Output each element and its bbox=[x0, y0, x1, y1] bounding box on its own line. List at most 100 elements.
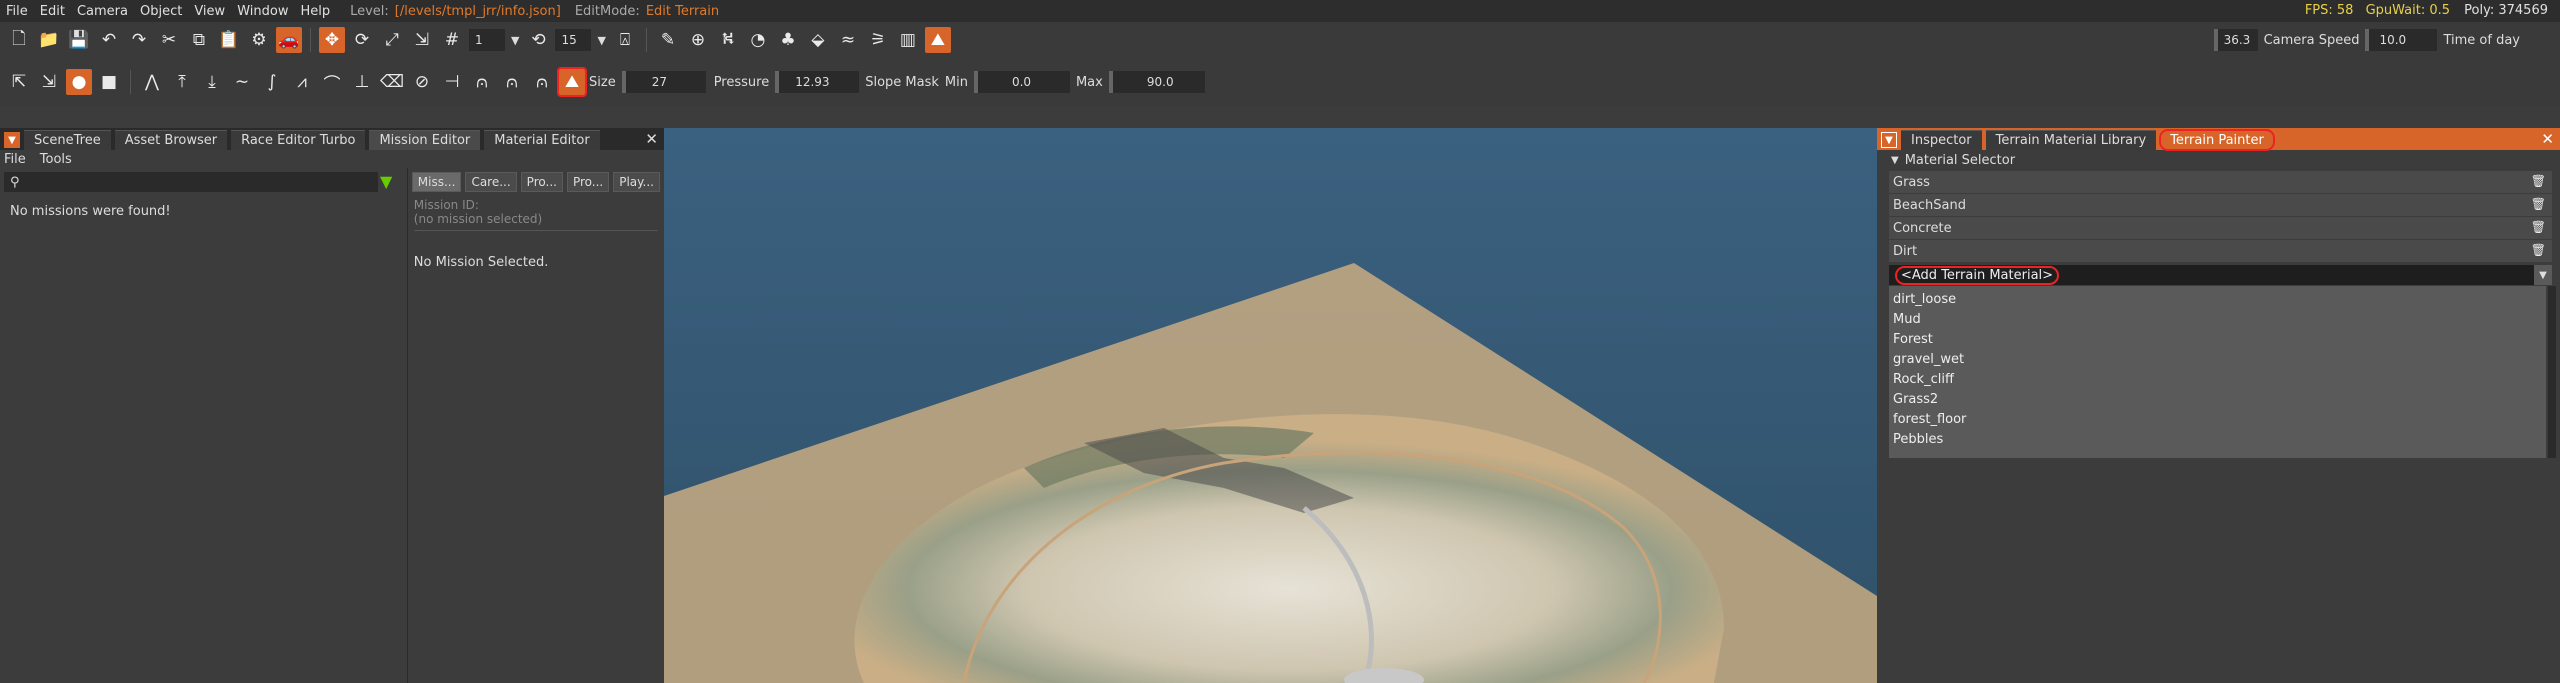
road-architect-icon[interactable]: ⚞ bbox=[865, 27, 891, 53]
raise-terrain-icon[interactable]: ⤒ bbox=[169, 69, 195, 95]
filter-icon[interactable]: ▼ bbox=[380, 172, 392, 191]
open-folder-icon[interactable]: 📁 bbox=[36, 27, 62, 53]
grid-step-input[interactable]: 1 bbox=[469, 29, 505, 51]
rotation-snap-icon[interactable]: ⟲ bbox=[525, 27, 551, 53]
panel-menu-icon[interactable]: ▼ bbox=[4, 132, 20, 148]
search-input[interactable]: ⚲ ▼ bbox=[4, 172, 392, 192]
tab-terrain-material-library[interactable]: Terrain Material Library bbox=[1985, 130, 2157, 150]
subtab-play[interactable]: Play... bbox=[613, 172, 660, 192]
raise-height-icon[interactable]: ⋀ bbox=[139, 69, 165, 95]
tab-terrain-painter[interactable]: Terrain Painter bbox=[2159, 129, 2275, 151]
menu-edit[interactable]: Edit bbox=[34, 4, 71, 19]
slope-max-input[interactable]: 90.0 bbox=[1108, 71, 1205, 93]
set-height-icon[interactable]: ⊥ bbox=[349, 69, 375, 95]
pressure-input[interactable]: 12.93 bbox=[775, 71, 860, 93]
rotate-gizmo-icon[interactable]: ⟳ bbox=[349, 27, 375, 53]
tab-material-editor[interactable]: Material Editor bbox=[484, 130, 600, 150]
subtab-career[interactable]: Care... bbox=[465, 172, 517, 192]
material-selector-header[interactable]: ▼ Material Selector bbox=[1877, 150, 2560, 170]
select-terrain-icon[interactable]: ⇱ bbox=[6, 69, 32, 95]
trash-icon[interactable]: 🗑 bbox=[2531, 174, 2546, 188]
decal-icon[interactable]: ◔ bbox=[745, 27, 771, 53]
new-file-icon[interactable]: 🗋 bbox=[6, 27, 32, 53]
menu-camera[interactable]: Camera bbox=[71, 4, 134, 19]
tab-race-editor[interactable]: Race Editor Turbo bbox=[231, 130, 366, 150]
subtab-mission[interactable]: Miss... bbox=[411, 172, 462, 192]
chevron-down-icon[interactable]: ▼ bbox=[511, 34, 519, 47]
dropdown-option[interactable]: forest_floor bbox=[1893, 409, 2546, 429]
chevron-down-icon[interactable]: ▼ bbox=[597, 34, 605, 47]
close-icon[interactable]: ✕ bbox=[645, 130, 658, 148]
dropdown-option[interactable]: gravel_wet bbox=[1893, 349, 2546, 369]
vehicle-icon[interactable]: 🚗 bbox=[276, 27, 302, 53]
size-input[interactable]: 27 bbox=[621, 71, 706, 93]
terrain-tool-icon[interactable]: ⩀ bbox=[469, 69, 495, 95]
rotation-snap-input[interactable]: 15 bbox=[555, 29, 592, 51]
tab-mission-editor[interactable]: Mission Editor bbox=[369, 130, 481, 150]
paste-icon[interactable]: 📋 bbox=[216, 27, 242, 53]
drop-to-ground-icon[interactable]: ⍓ bbox=[612, 27, 638, 53]
menu-file[interactable]: File bbox=[0, 4, 34, 19]
move-gizmo-icon[interactable]: ✥ bbox=[319, 27, 345, 53]
tab-inspector[interactable]: Inspector bbox=[1901, 130, 1982, 150]
collapse-triangle-icon[interactable]: ▼ bbox=[1891, 155, 1899, 166]
dropdown-option[interactable]: dirt_loose bbox=[1893, 289, 2546, 309]
panel-menu-icon[interactable]: ▼ bbox=[1881, 132, 1897, 148]
mesh-icon[interactable]: ⬙ bbox=[805, 27, 831, 53]
terrain-tool-3-icon[interactable]: ⩀ bbox=[529, 69, 555, 95]
terrain-editor-icon[interactable]: ⛰ bbox=[924, 27, 951, 53]
lane-icon[interactable]: ▥ bbox=[895, 27, 921, 53]
chevron-down-icon[interactable]: ▼ bbox=[2534, 265, 2552, 285]
add-circle-icon[interactable]: ⊕ bbox=[685, 27, 711, 53]
terrain-tool-2-icon[interactable]: ⩀ bbox=[499, 69, 525, 95]
menu-help[interactable]: Help bbox=[294, 4, 336, 19]
paint-material-icon[interactable]: ⛰ bbox=[557, 67, 587, 97]
slope-icon[interactable]: ∫ bbox=[259, 69, 285, 95]
trash-icon[interactable]: 🗑 bbox=[2531, 243, 2546, 257]
dropdown-option[interactable]: Pebbles bbox=[1893, 429, 2546, 449]
menu-view[interactable]: View bbox=[188, 4, 231, 19]
subtab-progress-1[interactable]: Pro... bbox=[520, 172, 563, 192]
tab-scenetree[interactable]: SceneTree bbox=[24, 130, 111, 150]
material-row[interactable]: Concrete 🗑 bbox=[1889, 217, 2552, 239]
menu-window[interactable]: Window bbox=[231, 4, 294, 19]
trash-icon[interactable]: 🗑 bbox=[2531, 220, 2546, 234]
add-material-combo[interactable]: <Add Terrain Material> ▼ bbox=[1889, 265, 2552, 285]
smooth-icon[interactable]: ∼ bbox=[229, 69, 255, 95]
lower-terrain-icon[interactable]: ⤓ bbox=[199, 69, 225, 95]
brush-circle-icon[interactable]: ● bbox=[66, 69, 92, 95]
material-row[interactable]: BeachSand 🗑 bbox=[1889, 194, 2552, 216]
camera-speed-input[interactable]: 10.0 bbox=[2365, 29, 2438, 51]
3d-viewport[interactable] bbox=[664, 128, 1877, 683]
save-icon[interactable]: 💾 bbox=[66, 27, 92, 53]
material-row[interactable]: Grass 🗑 bbox=[1889, 171, 2552, 193]
grid-snap-icon[interactable]: # bbox=[439, 27, 465, 53]
trash-icon[interactable]: 🗑 bbox=[2531, 197, 2546, 211]
mission-menu-file[interactable]: File bbox=[4, 152, 26, 167]
settings-gear-icon[interactable]: ⚙ bbox=[246, 27, 272, 53]
dropdown-option[interactable]: Grass2 bbox=[1893, 389, 2546, 409]
menu-object[interactable]: Object bbox=[134, 4, 188, 19]
copy-icon[interactable]: ⧉ bbox=[186, 27, 212, 53]
dropdown-option[interactable]: Rock_cliff bbox=[1893, 369, 2546, 389]
scale-gizmo-icon[interactable]: ⤢ bbox=[379, 27, 405, 53]
noise-icon[interactable]: ⩘ bbox=[289, 69, 315, 95]
adjust-selection-icon[interactable]: ⇲ bbox=[36, 69, 62, 95]
empty-tool-icon[interactable]: ⊣ bbox=[439, 69, 465, 95]
slope-min-input[interactable]: 0.0 bbox=[973, 71, 1070, 93]
flatten-icon[interactable]: ⌒ bbox=[319, 69, 345, 95]
dropdown-scrollbar[interactable] bbox=[2548, 286, 2556, 458]
brush-square-icon[interactable]: ■ bbox=[96, 69, 122, 95]
forest-icon[interactable]: ♣ bbox=[775, 27, 801, 53]
camera-fov-input[interactable]: 36.3 bbox=[2213, 29, 2258, 51]
mission-menu-tools[interactable]: Tools bbox=[40, 152, 72, 167]
undo-icon[interactable]: ↶ bbox=[96, 27, 122, 53]
dropdown-option[interactable]: Mud bbox=[1893, 309, 2546, 329]
cut-icon[interactable]: ✂ bbox=[156, 27, 182, 53]
river-icon[interactable]: ≈ bbox=[835, 27, 861, 53]
pencil-icon[interactable]: ✎ bbox=[655, 27, 681, 53]
dropdown-option[interactable]: Forest bbox=[1893, 329, 2546, 349]
close-icon[interactable]: ✕ bbox=[2541, 130, 2554, 148]
local-world-icon[interactable]: ⇲ bbox=[409, 27, 435, 53]
road-icon[interactable]: ⛕ bbox=[715, 27, 741, 53]
